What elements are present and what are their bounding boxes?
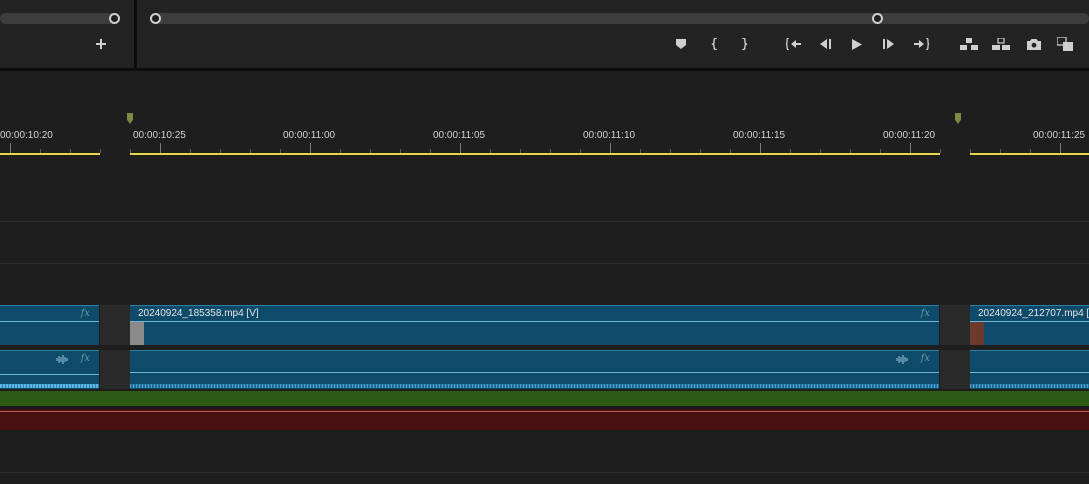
timecode-label: 00:00:11:25 (1033, 130, 1086, 141)
timecode-label: 00:00:11:15 (733, 130, 786, 141)
track-gap (100, 350, 130, 389)
marker-icon[interactable] (127, 113, 133, 124)
ruler-tick-minor (940, 149, 941, 153)
ruler-tick-major (910, 143, 911, 153)
clip-name: 20240924_212707.mp4 [ (978, 308, 1089, 319)
ruler-tick-major (610, 143, 611, 153)
track-gap (940, 305, 970, 345)
audio-waveform (0, 384, 99, 388)
camera-icon[interactable] (1023, 34, 1045, 54)
clip-thumbnail (970, 322, 984, 345)
video-clip[interactable]: fx (0, 305, 99, 345)
audio-clip[interactable] (970, 350, 1089, 389)
track-divider (0, 221, 1089, 222)
comparison-view-icon[interactable] (1054, 34, 1076, 54)
program-zoom-handle-right[interactable] (872, 13, 883, 24)
plus-icon[interactable] (90, 34, 112, 54)
mark-out-icon[interactable] (733, 34, 755, 54)
video-clip[interactable]: 20240924_212707.mp4 [ (970, 305, 1089, 345)
ruler-tick-major (460, 143, 461, 153)
ruler-tick-major (1060, 143, 1061, 153)
step-back-icon[interactable] (815, 34, 837, 54)
ruler-tick-minor (100, 149, 101, 153)
work-area-bar[interactable] (130, 153, 940, 155)
audio-clip[interactable]: fx (130, 350, 939, 389)
waveform-icon (896, 355, 908, 364)
audio-level-line (0, 411, 1089, 412)
audio-waveform (130, 384, 939, 388)
timecode-label: 00:00:10:20 (0, 130, 53, 141)
ruler-tick-major (10, 143, 11, 153)
program-panel-controls (137, 0, 1089, 68)
play-icon[interactable] (846, 34, 868, 54)
program-zoom-handle-left[interactable] (150, 13, 161, 24)
track-gap (940, 350, 970, 389)
fx-badge: fx (920, 308, 930, 319)
track-divider (0, 263, 1089, 264)
source-zoom-scrollbar[interactable] (0, 13, 120, 24)
audio-level-line (0, 374, 99, 375)
go-to-in-icon[interactable] (783, 34, 805, 54)
source-panel-controls (0, 0, 134, 68)
audio-waveform (970, 384, 1089, 388)
panel-border (0, 68, 1089, 71)
clip-thumbnail (130, 322, 144, 345)
go-to-out-icon[interactable] (910, 34, 932, 54)
clip-name: 20240924_185358.mp4 [V] (138, 308, 259, 319)
program-zoom-scrollbar[interactable] (150, 13, 1089, 24)
fx-badge: fx (80, 308, 90, 319)
clip-divider-line (0, 321, 99, 322)
video-clip[interactable]: 20240924_185358.mp4 [V] fx (130, 305, 939, 345)
add-marker-icon[interactable] (670, 34, 692, 54)
audio-track-green[interactable] (0, 391, 1089, 406)
ruler-tick-major (310, 143, 311, 153)
waveform-icon (56, 355, 68, 364)
source-zoom-handle[interactable] (109, 13, 120, 24)
timecode-label: 00:00:11:00 (283, 130, 336, 141)
fx-badge: fx (920, 353, 930, 364)
mark-in-icon[interactable] (704, 34, 726, 54)
ruler-tick-major (760, 143, 761, 153)
lift-icon[interactable] (958, 34, 980, 54)
ruler-tick-major (160, 143, 161, 153)
audio-clip[interactable]: fx (0, 350, 99, 389)
clip-divider-line (970, 321, 1089, 322)
audio-track-red[interactable] (0, 409, 1089, 430)
timecode-label: 00:00:11:10 (583, 130, 636, 141)
audio-level-line (970, 372, 1089, 373)
extract-icon[interactable] (990, 34, 1012, 54)
marker-icon[interactable] (955, 113, 961, 124)
timecode-label: 00:00:11:05 (433, 130, 486, 141)
fx-badge: fx (80, 353, 90, 364)
audio-level-line (130, 372, 939, 373)
work-area-bar[interactable] (0, 153, 100, 155)
step-forward-icon[interactable] (877, 34, 899, 54)
track-gap (100, 305, 130, 345)
clip-divider-line (130, 321, 939, 322)
work-area-bar[interactable] (970, 153, 1089, 155)
timecode-label: 00:00:10:25 (133, 130, 186, 141)
track-divider (0, 472, 1089, 473)
timecode-label: 00:00:11:20 (883, 130, 936, 141)
